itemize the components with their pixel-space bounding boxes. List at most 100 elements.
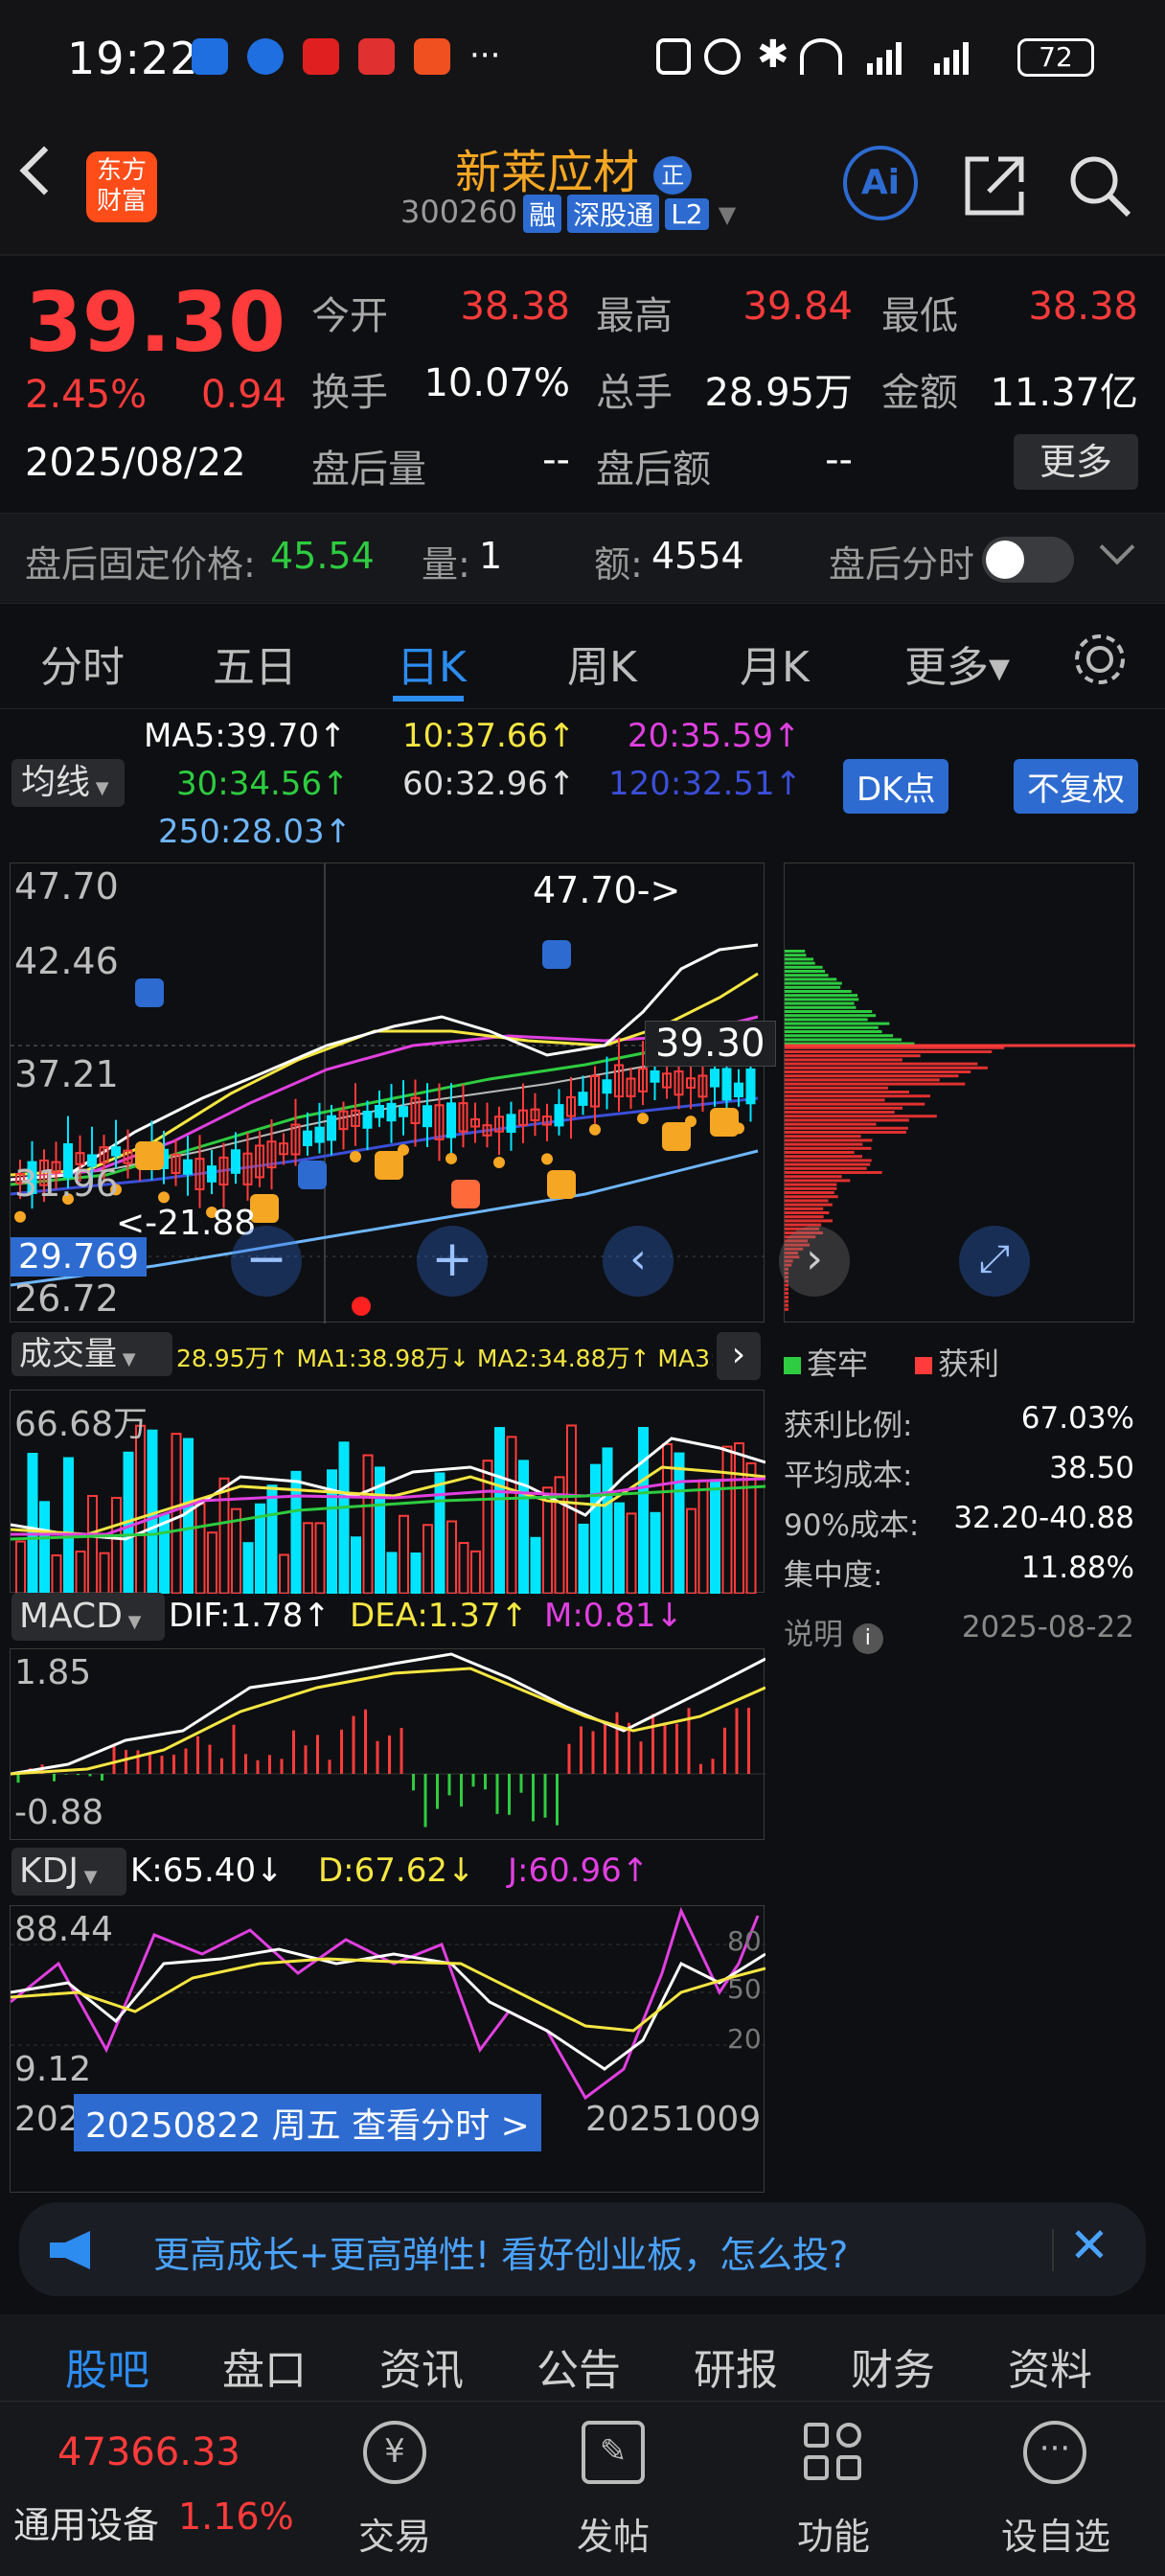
after-amt-value: 4554	[651, 535, 744, 577]
volume-bars-group	[15, 1424, 757, 1594]
chip-bar	[785, 1162, 871, 1166]
tag-connect: 深股通	[567, 195, 660, 233]
volume-chart[interactable]: 66.68万	[10, 1390, 765, 1594]
nav-trade[interactable]: 交易	[318, 2507, 471, 2560]
settings-gear-icon[interactable]	[1071, 631, 1129, 688]
dk-point-button[interactable]: DK点	[843, 759, 949, 814]
zoom-out-button[interactable]: −	[231, 1226, 302, 1297]
chip-bar	[785, 1179, 851, 1183]
event-dot[interactable]	[352, 1297, 371, 1316]
status-bar: 19:22 ··· ✱ 72	[0, 0, 1165, 115]
chip-stat-value: 67.03%	[1020, 1401, 1134, 1436]
tab-financials[interactable]: 财务	[851, 2335, 935, 2397]
view-timeshare-tooltip[interactable]: 20250822 周五 查看分时 >	[74, 2094, 541, 2151]
tab-profile[interactable]: 资料	[1008, 2335, 1092, 2397]
volume-bar	[87, 1494, 98, 1594]
tab-daily-k[interactable]: 日K	[397, 632, 467, 694]
chip-bar	[785, 1159, 872, 1162]
ai-button[interactable]: Ai	[843, 146, 918, 220]
ma-selector[interactable]: 均线 ▼	[11, 759, 125, 807]
chip-bar	[785, 1175, 842, 1179]
period-tabs: 分时 五日 日K 周K 月K 更多▾	[0, 604, 1165, 709]
chip-bar	[785, 1186, 837, 1190]
back-icon[interactable]	[19, 146, 69, 196]
sector-name[interactable]: 通用设备	[13, 2496, 159, 2548]
tab-research[interactable]: 研报	[694, 2335, 778, 2397]
promo-banner[interactable]: 更高成长+更高弹性! 看好创业板，怎么投? ✕	[19, 2202, 1146, 2296]
chip-bar	[785, 1292, 788, 1295]
toggle-knob	[986, 540, 1024, 579]
chip-note[interactable]: 说明 i	[784, 1610, 883, 1654]
tab-weekly-k[interactable]: 周K	[567, 632, 637, 694]
tab-news[interactable]: 资讯	[379, 2335, 464, 2397]
chip-bar	[785, 1166, 867, 1170]
tab-forum[interactable]: 股吧	[65, 2335, 149, 2397]
content-tabs: 股吧 盘口 资讯 公告 研报 财务 资料	[0, 2314, 1165, 2405]
tab-timeshare[interactable]: 分时	[40, 632, 125, 694]
after-qty-label: 量:	[422, 543, 470, 586]
chevron-down-icon[interactable]	[1099, 529, 1135, 565]
chip-bar	[785, 970, 826, 973]
nav-add-watchlist[interactable]: 设自选	[979, 2507, 1132, 2560]
macd-histogram-group	[16, 1707, 750, 1828]
tab-monthly-k[interactable]: 月K	[740, 632, 810, 694]
volume-bar	[171, 1433, 182, 1594]
buy-signal-tag	[710, 1108, 739, 1137]
tag-margin: 融	[523, 195, 562, 233]
volume-selector[interactable]: 成交量 ▼	[11, 1332, 172, 1376]
volume-bar	[242, 1542, 254, 1594]
after-timeshare-toggle[interactable]	[982, 537, 1074, 583]
open-label: 今开	[311, 294, 388, 338]
nav-post[interactable]: 发帖	[537, 2507, 690, 2560]
more-circle-icon[interactable]: ···	[1023, 2421, 1086, 2484]
after-hours-amount-label: 盘后额	[596, 448, 711, 492]
close-icon[interactable]: ✕	[1069, 2218, 1109, 2273]
kdj-chart[interactable]: 88.44 9.12 80 50 20 202 20251009 2025082…	[10, 1905, 765, 2193]
search-icon[interactable]	[1065, 151, 1134, 220]
zoom-in-button[interactable]: +	[417, 1226, 488, 1297]
volume-value: 28.95万	[704, 371, 853, 415]
tab-five-day[interactable]: 五日	[213, 632, 297, 694]
candle-body	[375, 1104, 384, 1118]
chip-bar	[785, 981, 842, 985]
scroll-left-button[interactable]: ‹	[603, 1226, 674, 1297]
tab-order-book[interactable]: 盘口	[222, 2335, 307, 2397]
expand-arrow-button[interactable]: ›	[717, 1332, 761, 1380]
volume-bar	[638, 1427, 649, 1594]
trade-icon[interactable]: ¥	[363, 2421, 426, 2484]
chip-bar	[785, 1135, 861, 1138]
ma60-value: 60:32.96↑	[402, 765, 576, 803]
signal-dot	[589, 1123, 601, 1136]
chip-bar	[785, 1010, 873, 1013]
fullscreen-icon[interactable]: ⤢	[959, 1226, 1030, 1297]
active-tab-indicator	[393, 696, 464, 702]
no-adjust-button[interactable]: 不复权	[1014, 759, 1138, 814]
volume-bar	[710, 1479, 720, 1594]
macd-selector[interactable]: MACD ▼	[11, 1593, 165, 1641]
chip-bar	[785, 978, 837, 981]
chip-bar	[785, 1151, 855, 1154]
chip-stat-label: 集中度:	[784, 1558, 883, 1593]
candle-body	[446, 1102, 456, 1138]
nav-functions[interactable]: 功能	[757, 2507, 910, 2560]
battery-level: 72	[1039, 41, 1073, 73]
edit-post-icon[interactable]: ✎	[582, 2421, 645, 2484]
more-button[interactable]: 更多	[1014, 434, 1138, 490]
tab-more[interactable]: 更多▾	[904, 632, 1010, 694]
kdj-selector[interactable]: KDJ ▼	[11, 1848, 126, 1896]
functions-grid-icon[interactable]	[802, 2421, 865, 2484]
candle-body	[399, 1106, 408, 1117]
price-chart[interactable]: 47.70 42.46 37.21 31.96 26.72 47.70-> <-…	[10, 862, 776, 1323]
chip-distribution-chart[interactable]: › ⤢	[779, 862, 1135, 1322]
chevron-down-icon[interactable]: ▼	[719, 201, 736, 228]
chip-bar	[785, 1131, 906, 1134]
scroll-right-button[interactable]: ›	[779, 1226, 850, 1297]
share-icon[interactable]	[960, 151, 1029, 220]
tab-announcements[interactable]: 公告	[537, 2335, 621, 2397]
volume-bar	[183, 1438, 194, 1594]
buy-signal-tag	[547, 1170, 576, 1199]
macd-chart[interactable]: 1.85 -0.88	[10, 1648, 765, 1840]
chip-bar	[785, 1195, 838, 1199]
volume-bar	[721, 1445, 733, 1594]
price-axis-label: 42.46	[14, 940, 119, 982]
